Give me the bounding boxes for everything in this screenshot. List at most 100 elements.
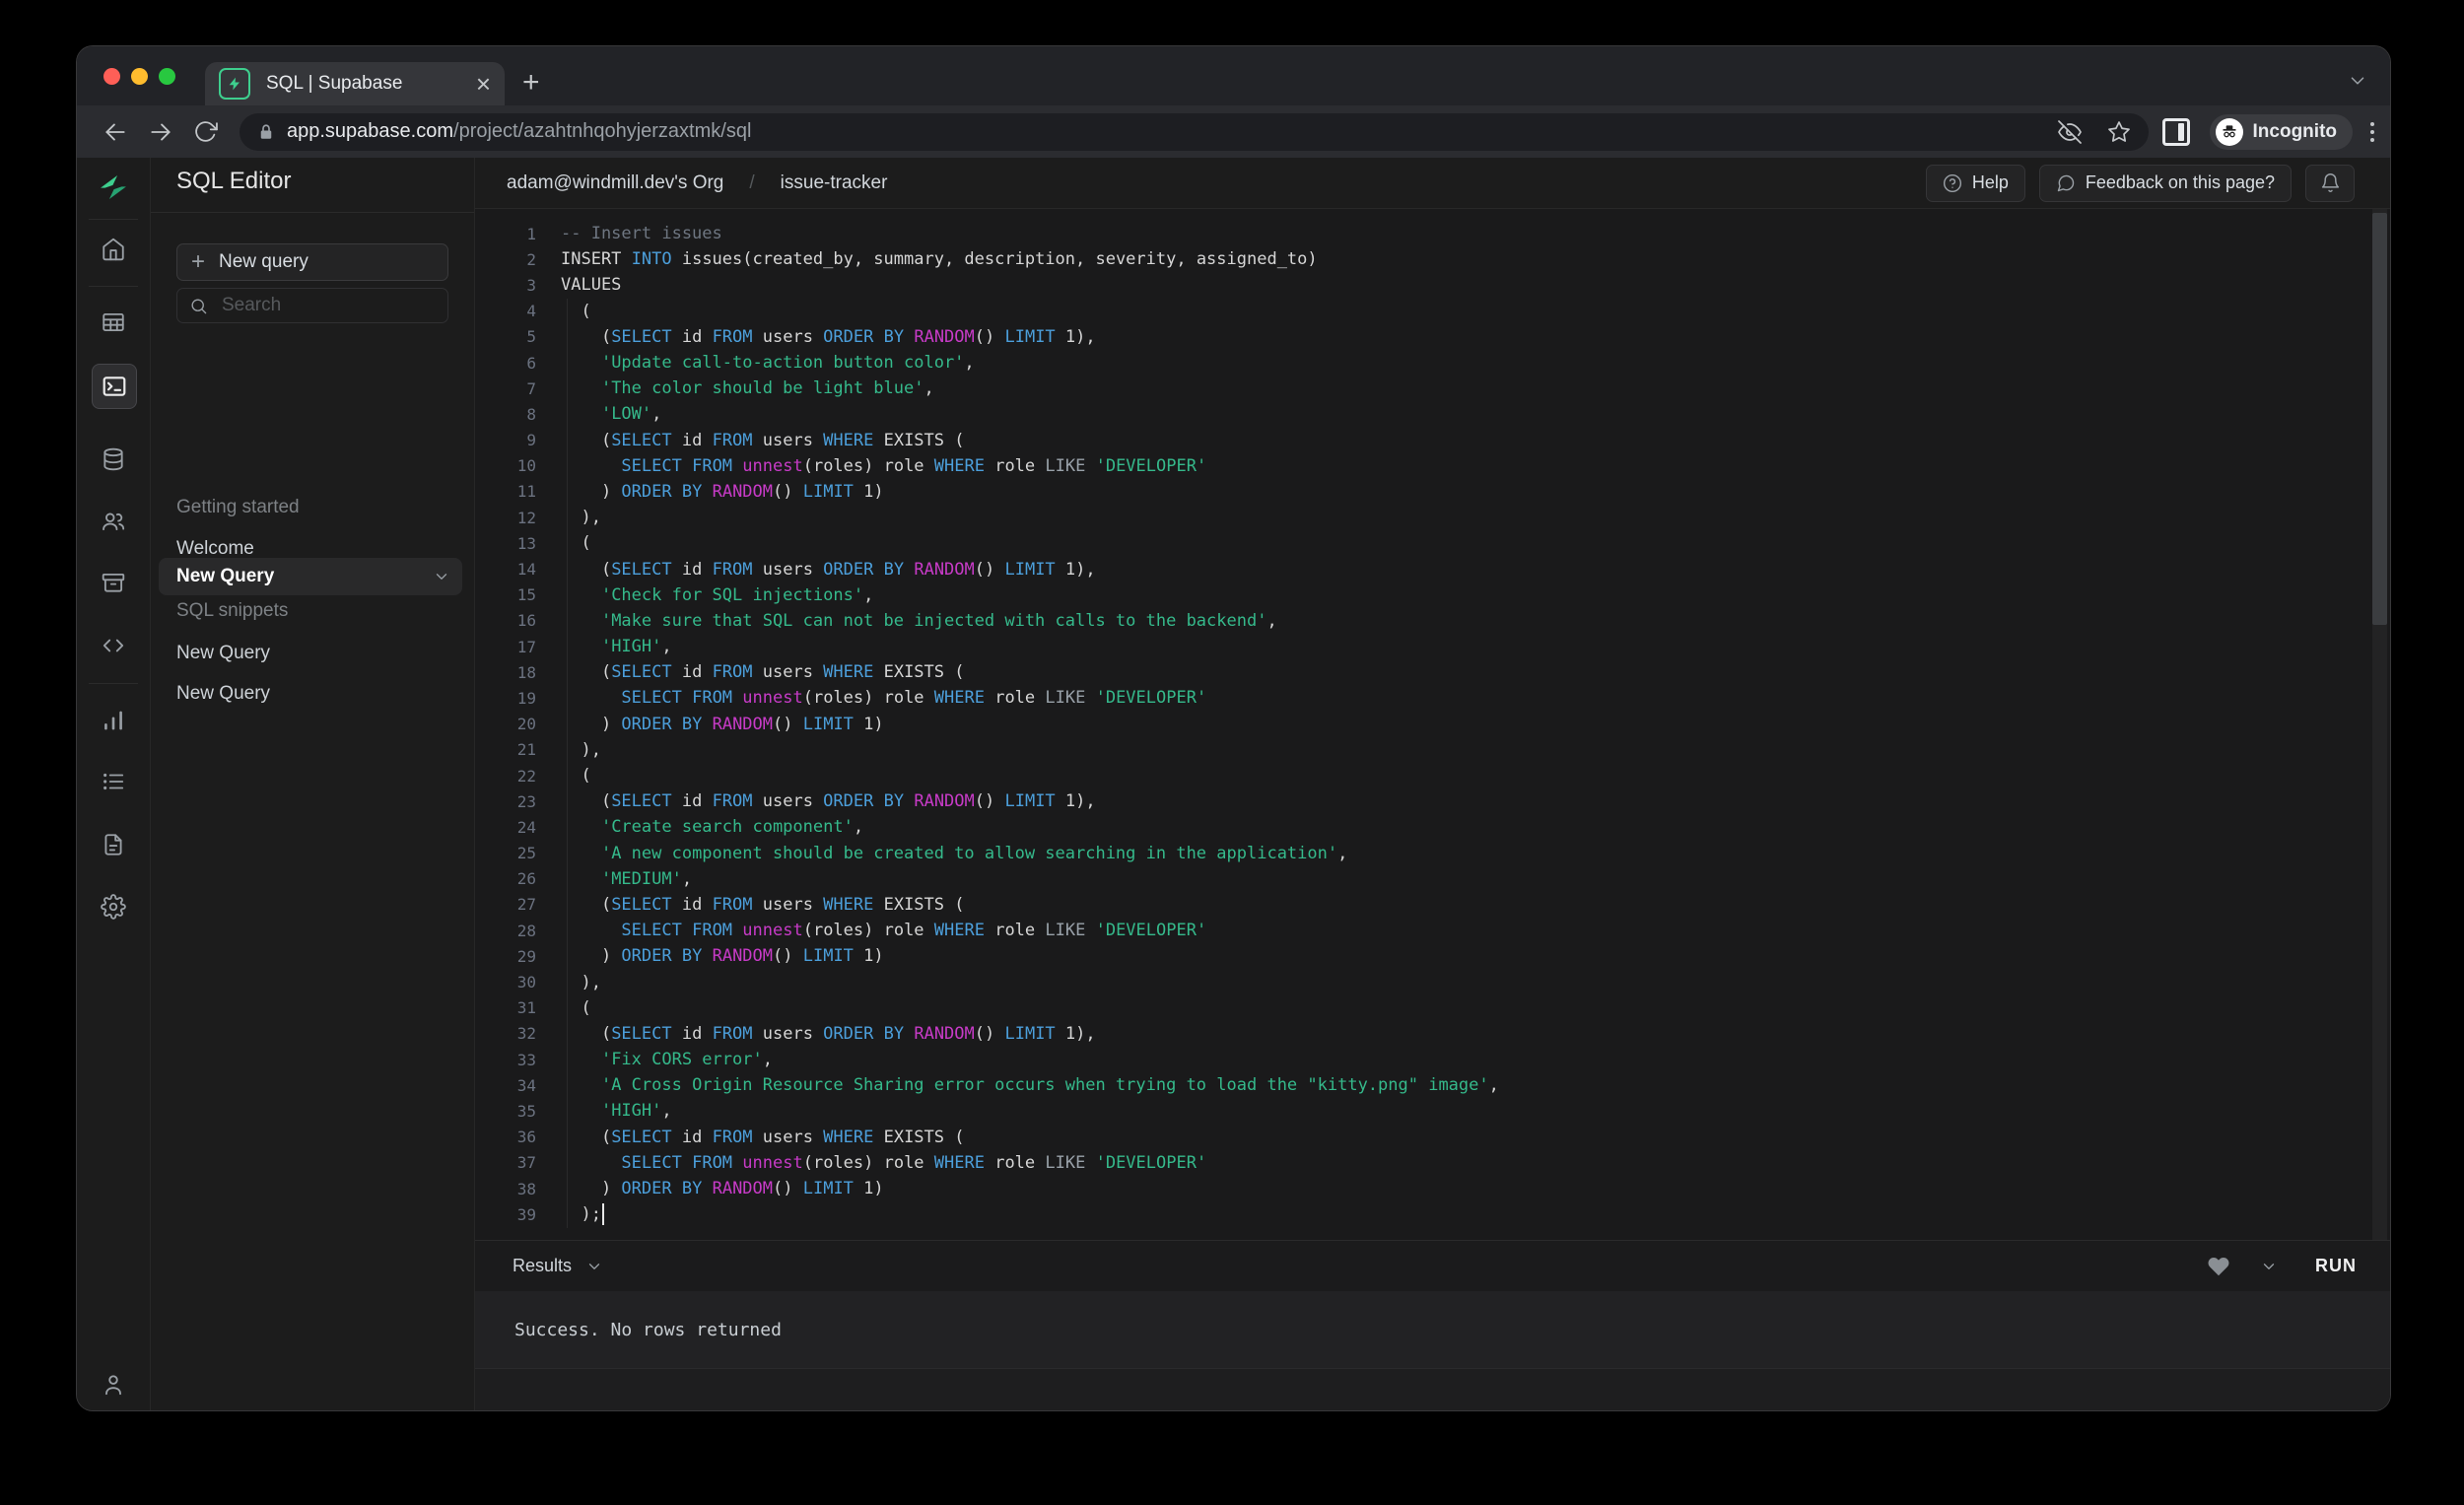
code-text: ) ORDER BY RANDOM() LIMIT 1)	[561, 946, 884, 966]
results-label[interactable]: Results	[513, 1256, 572, 1276]
code-token: 'HIGH'	[600, 637, 662, 657]
snippet-search[interactable]	[176, 288, 448, 323]
rail-account-icon[interactable]	[92, 1363, 135, 1406]
code-text: 'A Cross Origin Resource Sharing error o…	[561, 1075, 1499, 1095]
code-line[interactable]: 1 -- Insert issues	[475, 221, 2390, 246]
rail-sql-editor-icon[interactable]	[92, 364, 137, 409]
chevron-down-icon[interactable]	[433, 568, 450, 585]
code-line[interactable]: 18 (SELECT id FROM users WHERE EXISTS (	[475, 659, 2390, 685]
code-line[interactable]: 29 ) ORDER BY RANDOM() LIMIT 1)	[475, 943, 2390, 969]
code-line[interactable]: 23 (SELECT id FROM users ORDER BY RANDOM…	[475, 788, 2390, 814]
browser-tab[interactable]: SQL | Supabase ×	[205, 62, 505, 105]
code-token: LIKE	[1045, 1152, 1086, 1173]
code-line[interactable]: 32 (SELECT id FROM users ORDER BY RANDOM…	[475, 1021, 2390, 1047]
new-query-button[interactable]: + New query	[176, 243, 448, 281]
code-token: FROM	[692, 1152, 733, 1173]
code-line[interactable]: 35 'HIGH',	[475, 1098, 2390, 1124]
code-line[interactable]: 39 );	[475, 1201, 2390, 1227]
run-button[interactable]: RUN	[2315, 1256, 2357, 1276]
code-line[interactable]: 11 ) ORDER BY RANDOM() LIMIT 1)	[475, 479, 2390, 505]
code-line[interactable]: 27 (SELECT id FROM users WHERE EXISTS (	[475, 892, 2390, 918]
code-line[interactable]: 8 'LOW',	[475, 401, 2390, 427]
code-line[interactable]: 2 INSERT INTO issues(created_by, summary,…	[475, 246, 2390, 272]
code-text: 'HIGH',	[561, 637, 672, 656]
results-chevron-icon[interactable]	[585, 1258, 603, 1275]
code-line[interactable]: 25 'A new component should be created to…	[475, 841, 2390, 866]
code-token: 1),	[1055, 326, 1096, 347]
sql-code-editor[interactable]: 1 -- Insert issues 2 INSERT INTO issues(cre…	[475, 209, 2390, 1240]
rail-settings-gear-icon[interactable]	[92, 885, 135, 928]
code-line[interactable]: 5 (SELECT id FROM users ORDER BY RANDOM(…	[475, 324, 2390, 350]
help-button[interactable]: Help	[1925, 164, 2025, 202]
code-line[interactable]: 9 (SELECT id FROM users WHERE EXISTS (	[475, 428, 2390, 453]
address-bar[interactable]: app.supabase.com /project/azahtnhqohyjer…	[240, 112, 2149, 151]
code-line[interactable]: 24 'Create search component',	[475, 814, 2390, 840]
notifications-button[interactable]	[2305, 164, 2355, 202]
sidebar-item-new-query-2[interactable]: New Query	[176, 683, 270, 705]
code-line[interactable]: 13 (	[475, 530, 2390, 556]
code-line[interactable]: 36 (SELECT id FROM users WHERE EXISTS (	[475, 1125, 2390, 1150]
code-line[interactable]: 28 SELECT FROM unnest(roles) role WHERE …	[475, 918, 2390, 943]
minimize-window-button[interactable]	[131, 68, 148, 85]
code-line[interactable]: 4 (	[475, 299, 2390, 324]
tab-close-icon[interactable]: ×	[476, 71, 491, 97]
supabase-logo-icon[interactable]	[92, 166, 135, 209]
search-input[interactable]	[220, 294, 436, 317]
rail-storage-icon[interactable]	[92, 561, 135, 604]
code-line[interactable]: 26 'MEDIUM',	[475, 866, 2390, 892]
rail-database-icon[interactable]	[92, 438, 135, 481]
rail-auth-users-icon[interactable]	[92, 500, 135, 543]
rail-docs-icon[interactable]	[92, 823, 135, 866]
run-options-chevron-icon[interactable]	[2260, 1258, 2278, 1275]
code-line[interactable]: 12 ),	[475, 505, 2390, 530]
editor-scrollbar-thumb[interactable]	[2372, 213, 2387, 625]
browser-menu-icon[interactable]	[2370, 121, 2374, 142]
code-line[interactable]: 20 ) ORDER BY RANDOM() LIMIT 1)	[475, 712, 2390, 737]
eye-off-icon[interactable]	[2057, 119, 2082, 144]
code-line[interactable]: 31 (	[475, 995, 2390, 1021]
code-line[interactable]: 7 'The color should be light blue',	[475, 376, 2390, 401]
sidebar-item-new-query-1[interactable]: New Query	[176, 643, 270, 664]
code-line[interactable]: 38 ) ORDER BY RANDOM() LIMIT 1)	[475, 1176, 2390, 1201]
code-line[interactable]: 19 SELECT FROM unnest(roles) role WHERE …	[475, 685, 2390, 711]
code-line[interactable]: 37 SELECT FROM unnest(roles) role WHERE …	[475, 1150, 2390, 1176]
code-text: (SELECT id FROM users ORDER BY RANDOM() …	[561, 791, 1096, 811]
rail-table-editor-icon[interactable]	[92, 301, 135, 344]
rail-logs-icon[interactable]	[92, 760, 135, 803]
sidebar-item-new-query-selected[interactable]: New Query	[159, 558, 462, 595]
tab-search-chevron-icon[interactable]	[2347, 70, 2368, 92]
zoom-window-button[interactable]	[159, 68, 175, 85]
code-line[interactable]: 3 VALUES	[475, 272, 2390, 298]
reload-icon[interactable]	[193, 119, 218, 144]
bookmark-star-icon[interactable]	[2107, 120, 2131, 144]
code-line[interactable]: 10 SELECT FROM unnest(roles) role WHERE …	[475, 453, 2390, 479]
code-line[interactable]: 15 'Check for SQL injections',	[475, 582, 2390, 608]
code-line[interactable]: 21 ),	[475, 737, 2390, 763]
code-token: 'MEDIUM'	[600, 868, 682, 889]
code-line[interactable]: 30 ),	[475, 969, 2390, 994]
back-icon[interactable]	[103, 119, 128, 145]
new-tab-button[interactable]: +	[522, 68, 540, 98]
rail-divider	[89, 683, 138, 684]
code-line[interactable]: 17 'HIGH',	[475, 634, 2390, 659]
code-token: EXISTS (	[873, 1127, 965, 1147]
rail-reports-icon[interactable]	[92, 699, 135, 742]
breadcrumb-org[interactable]: adam@windmill.dev's Org	[507, 172, 723, 194]
sidebar-item-welcome[interactable]: Welcome	[176, 538, 254, 560]
code-line[interactable]: 33 'Fix CORS error',	[475, 1047, 2390, 1072]
code-line[interactable]: 22 (	[475, 763, 2390, 788]
breadcrumb-project[interactable]: issue-tracker	[781, 172, 888, 194]
code-line[interactable]: 14 (SELECT id FROM users ORDER BY RANDOM…	[475, 556, 2390, 581]
feedback-button[interactable]: Feedback on this page?	[2038, 164, 2292, 202]
forward-icon[interactable]	[148, 119, 173, 145]
code-line[interactable]: 34 'A Cross Origin Resource Sharing erro…	[475, 1072, 2390, 1098]
code-line[interactable]: 16 'Make sure that SQL can not be inject…	[475, 608, 2390, 634]
code-line[interactable]: 6 'Update call-to-action button color',	[475, 350, 2390, 376]
rail-home-icon[interactable]	[92, 228, 135, 271]
side-panel-icon[interactable]	[2161, 117, 2190, 146]
rail-api-code-icon[interactable]	[92, 624, 135, 667]
code-token: SELECT	[611, 1127, 672, 1147]
code-text: 'MEDIUM',	[561, 869, 692, 889]
close-window-button[interactable]	[103, 68, 120, 85]
favorite-heart-icon[interactable]	[2207, 1255, 2230, 1278]
